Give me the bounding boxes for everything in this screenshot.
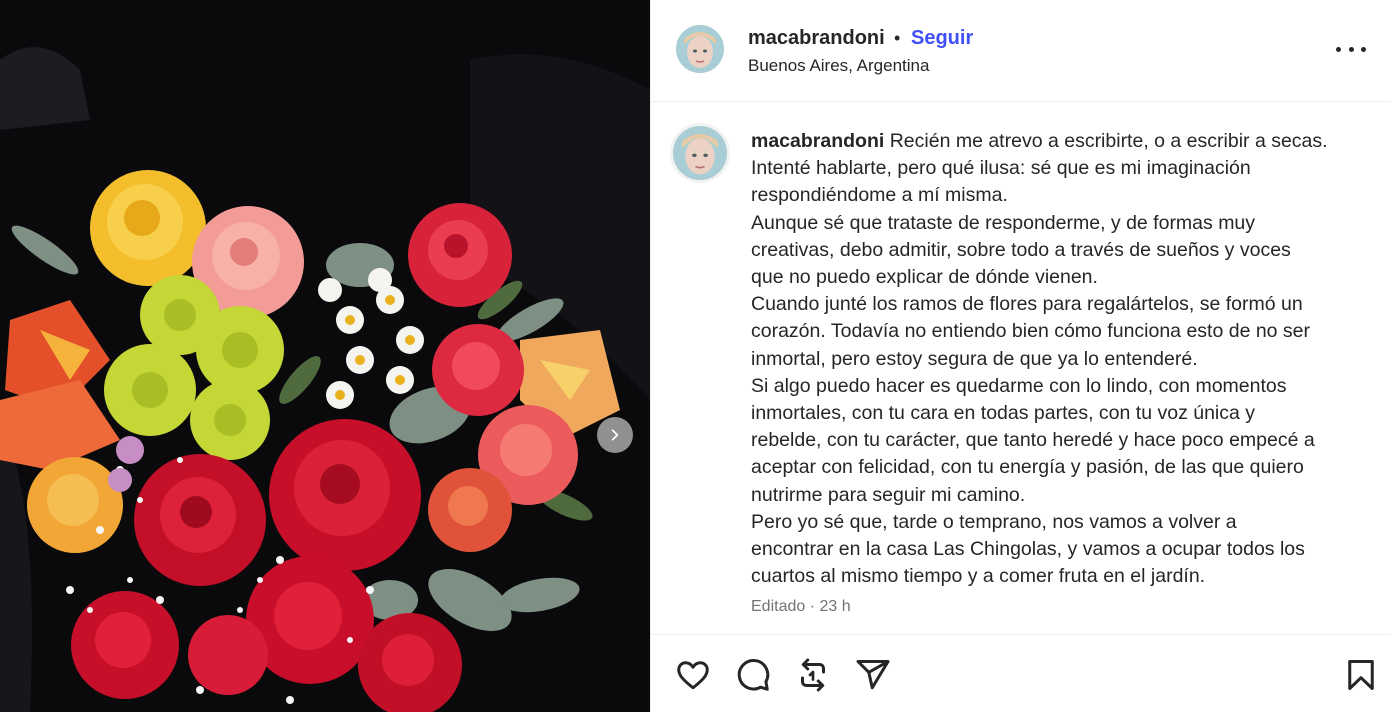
caption-line: aceptar con felicidad, con tu energía y …	[751, 456, 1304, 479]
caption-line: Cuando junté los ramos de flores para re…	[751, 293, 1303, 316]
caption-username[interactable]: macabrandoni	[751, 130, 884, 152]
profile-photo	[673, 126, 727, 180]
caption-line: inmortales, con tu cara en todas partes,…	[751, 402, 1256, 425]
caption-line: respondiéndome a mí misma.	[751, 184, 1008, 207]
caption-avatar[interactable]	[670, 123, 730, 183]
separator-dot: •	[894, 28, 901, 48]
more-options-button[interactable]	[1336, 36, 1366, 62]
post-media-image	[0, 0, 650, 712]
caption-text: macabrandoni Recién me atrevo a escribir…	[751, 128, 1371, 590]
bookmark-icon	[1348, 660, 1374, 690]
caption-line: Aunque sé que trataste de responderme, y…	[751, 211, 1256, 234]
caption-line-text: Recién me atrevo a escribirte, o a escri…	[889, 130, 1328, 152]
more-dot	[1348, 46, 1354, 52]
comment-bubble-icon	[737, 659, 770, 691]
profile-photo	[676, 25, 724, 73]
caption-line: inmortal, pero estoy segura de que ya lo…	[751, 347, 1198, 370]
more-dot	[1361, 46, 1366, 52]
comment-button[interactable]	[733, 655, 773, 695]
share-button[interactable]	[853, 655, 893, 695]
flower-bouquet-image	[0, 0, 650, 712]
post-timestamp[interactable]: Editado · 23 h	[751, 598, 851, 616]
location-link[interactable]: Buenos Aires, Argentina	[748, 56, 929, 76]
caption-line: macabrandoni Recién me atrevo a escribir…	[751, 128, 1371, 155]
caption-line: corazón. Todavía no entiendo bien cómo f…	[751, 320, 1311, 343]
heart-icon	[677, 661, 709, 690]
post-side-panel: macabrandoni • Seguir Buenos Aires, Arge…	[650, 0, 1391, 712]
chevron-right-icon	[611, 429, 619, 441]
like-button[interactable]	[673, 655, 713, 695]
repost-icon	[801, 658, 825, 692]
caption-line: cuartos al mismo tiempo y a comer fruta …	[751, 565, 1206, 588]
send-icon	[856, 660, 890, 690]
caption-line: que no puedo explicar de dónde vienen.	[751, 266, 1098, 289]
action-bar	[651, 634, 1391, 712]
username-link[interactable]: macabrandoni	[748, 27, 885, 50]
caption-line: Pero yo sé que, tarde o temprano, nos va…	[751, 510, 1237, 533]
avatar[interactable]	[676, 25, 724, 73]
caption-section: macabrandoni Recién me atrevo a escribir…	[651, 102, 1391, 634]
caption-line: creativas, debo admitir, sobre todo a tr…	[751, 238, 1291, 261]
caption-line: Intenté hablarte, pero qué ilusa: sé que…	[751, 157, 1251, 180]
more-horizontal-icon	[1336, 46, 1341, 52]
caption-line: rebelde, con tu carácter, que tanto here…	[751, 429, 1315, 452]
repost-button[interactable]	[793, 655, 833, 695]
caption-line: encontrar en la casa Las Chingolas, y va…	[751, 538, 1305, 561]
caption-line: Si algo puedo hacer es quedarme con lo l…	[751, 374, 1287, 397]
follow-button[interactable]: Seguir	[911, 27, 973, 50]
caption-line: nutrirme para seguir mi camino.	[751, 483, 1026, 506]
post-header: macabrandoni • Seguir Buenos Aires, Arge…	[651, 0, 1391, 102]
next-image-button[interactable]	[597, 417, 633, 453]
save-button[interactable]	[1341, 655, 1381, 695]
